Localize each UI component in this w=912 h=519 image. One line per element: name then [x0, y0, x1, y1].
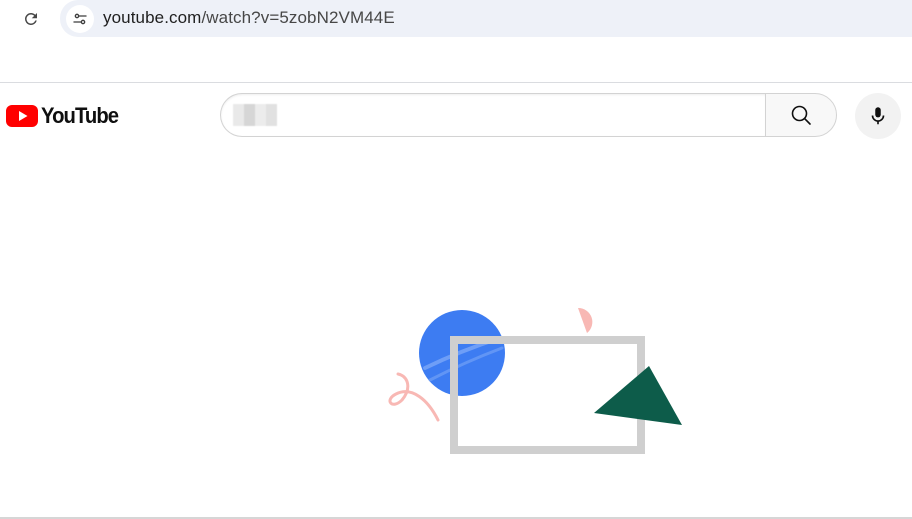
- search-button[interactable]: [765, 93, 837, 137]
- empty-state-illustration: [388, 307, 682, 454]
- blurred-search-text: [233, 104, 277, 126]
- mic-icon: [871, 107, 885, 125]
- tune-icon: [73, 13, 87, 25]
- voice-search-button[interactable]: [855, 93, 901, 139]
- youtube-logo[interactable]: YouTube: [6, 103, 125, 128]
- youtube-masthead: YouTube: [0, 84, 912, 148]
- search-box[interactable]: [220, 93, 766, 137]
- reload-icon: [24, 12, 37, 25]
- address-bar[interactable]: youtube.com/watch?v=5zobN2VM44E: [60, 0, 912, 37]
- search-icon: [791, 105, 811, 125]
- url-path: /watch?v=5zobN2VM44E: [201, 8, 395, 27]
- browser-toolbar: youtube.com/watch?v=5zobN2VM44E: [0, 0, 912, 37]
- url-text[interactable]: youtube.com/watch?v=5zobN2VM44E: [103, 8, 395, 28]
- url-host: youtube.com: [103, 8, 202, 27]
- pink-semicircle-shape: [578, 307, 593, 333]
- youtube-play-icon: [6, 105, 38, 127]
- logo-text: YouTube: [41, 103, 119, 128]
- reload-button[interactable]: [18, 6, 44, 32]
- search-input[interactable]: [281, 94, 761, 136]
- page-top-gap: [0, 37, 912, 83]
- site-info-button[interactable]: [66, 5, 94, 33]
